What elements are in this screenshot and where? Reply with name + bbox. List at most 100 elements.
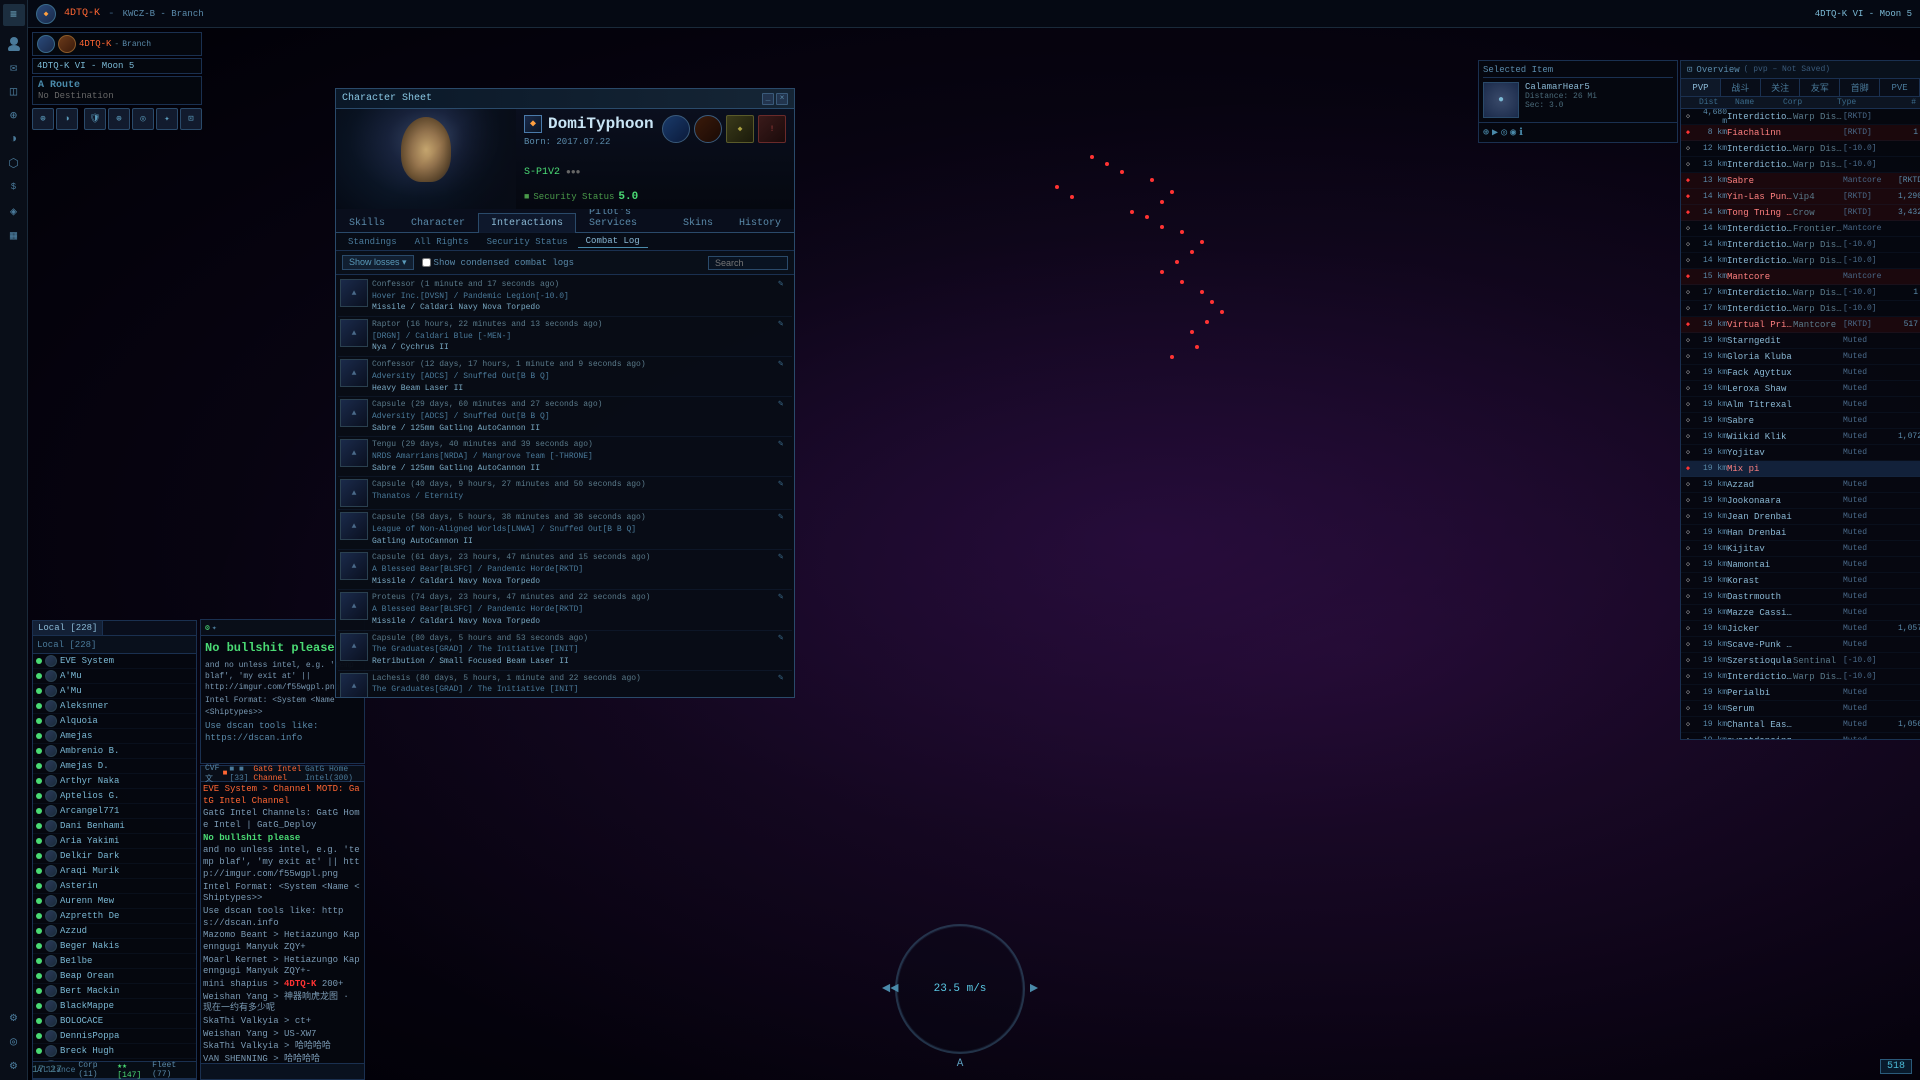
overview-row[interactable]: ◇19 kmKorastMuted xyxy=(1681,573,1920,589)
overview-row[interactable]: ◇4,680 mInterdiction ProbeWarp Disrupt P… xyxy=(1681,109,1920,125)
overview-tab-focus[interactable]: 关注 xyxy=(1761,79,1801,96)
overview-row[interactable]: ◆14 kmTong Tning TeslaCrow[RKTD]3,432 xyxy=(1681,205,1920,221)
avatar-icon[interactable] xyxy=(3,32,25,54)
fleet-btn[interactable]: ⊕ xyxy=(108,108,130,130)
local-member-row[interactable]: Arcangel771 xyxy=(33,804,196,819)
probe-btn[interactable]: ✦ xyxy=(156,108,178,130)
hud-autopilot-btn[interactable]: A xyxy=(957,1058,964,1070)
hud-right-arrow[interactable]: ► xyxy=(1030,981,1038,997)
subtab-all-rights[interactable]: All Rights xyxy=(407,236,477,248)
overview-row[interactable]: ◇19 kmAzzadMuted xyxy=(1681,477,1920,493)
local-member-row[interactable]: Breck Hugh xyxy=(33,1044,196,1059)
overview-row[interactable]: ◇19 kmsweetdancingMuted xyxy=(1681,733,1920,739)
overview-row[interactable]: ◆15 kmMantcoreMantcore xyxy=(1681,269,1920,285)
overview-row[interactable]: ◇19 kmDastrmouthMuted xyxy=(1681,589,1920,605)
subtab-security-status[interactable]: Security Status xyxy=(479,236,576,248)
approach-icon[interactable]: ▶ xyxy=(1492,127,1498,139)
overview-row[interactable]: ◇19 kmInterdiction ProbeWarp Disrupt P[-… xyxy=(1681,669,1920,685)
overview-row[interactable]: ◇19 kmSerumMuted xyxy=(1681,701,1920,717)
local-member-row[interactable]: Aria Yakimi xyxy=(33,834,196,849)
overview-row[interactable]: ◇19 kmWiikid KlikMuted1,072 xyxy=(1681,429,1920,445)
hud-nav-circle[interactable]: 23.5 m/s ◄◄ ► xyxy=(895,924,1025,1054)
agency-icon[interactable]: ◎ xyxy=(3,1030,25,1052)
subtab-standings[interactable]: Standings xyxy=(340,236,405,248)
local-member-row[interactable]: Asterin xyxy=(33,879,196,894)
overview-tab-pvp[interactable]: PVP xyxy=(1681,79,1721,96)
local-member-row[interactable]: Beap Orean xyxy=(33,969,196,984)
local-member-row[interactable]: Araqi Murik xyxy=(33,864,196,879)
overview-row[interactable]: ◇14 kmInterdiction ProbeFrontier OmegaMa… xyxy=(1681,221,1920,237)
market-icon[interactable]: ◈ xyxy=(3,200,25,222)
local-member-row[interactable]: Beger Nakis xyxy=(33,939,196,954)
local-member-row[interactable]: DennisPoppa xyxy=(33,1029,196,1044)
overview-row[interactable]: ◇19 kmChantal EastpakMuted1,056 xyxy=(1681,717,1920,733)
tab-skins[interactable]: Skins xyxy=(670,213,726,233)
combat-entry-edit-icon[interactable]: ✎ xyxy=(778,552,790,562)
overview-row[interactable]: ◇19 kmPerialbiMuted xyxy=(1681,685,1920,701)
lock-icon[interactable]: ⊕ xyxy=(1483,127,1489,139)
people-btn[interactable]: ◑ xyxy=(56,108,78,130)
combat-entry-edit-icon[interactable]: ✎ xyxy=(778,512,790,522)
look-at-icon[interactable]: ◉ xyxy=(1510,127,1516,139)
calendar-icon[interactable]: ◫ xyxy=(3,80,25,102)
local-member-row[interactable]: Alquoia xyxy=(33,714,196,729)
combat-search-input[interactable] xyxy=(708,256,788,270)
combat-entry-edit-icon[interactable]: ✎ xyxy=(778,439,790,449)
hud-left-arrow[interactable]: ◄◄ xyxy=(882,981,899,997)
overview-row[interactable]: ◇19 kmSabreMuted xyxy=(1681,413,1920,429)
overview-tab-first[interactable]: 首脚 xyxy=(1840,79,1880,96)
dscan-btn[interactable]: ◎ xyxy=(132,108,154,130)
combat-entry-edit-icon[interactable]: ✎ xyxy=(778,399,790,409)
scan-btn[interactable]: ⊕ xyxy=(32,108,54,130)
overview-row[interactable]: ◇14 kmInterdiction ProbeWarp Disrupt P[-… xyxy=(1681,237,1920,253)
menu-icon[interactable]: ≡ xyxy=(3,4,25,26)
local-member-row[interactable]: Aleksnner xyxy=(33,699,196,714)
overview-row[interactable]: ◇19 kmYojitavMuted xyxy=(1681,445,1920,461)
tab-skills[interactable]: Skills xyxy=(336,213,398,233)
window-close-btn[interactable]: × xyxy=(776,93,788,105)
overview-tab-pve[interactable]: PVE xyxy=(1880,79,1920,96)
overview-row[interactable]: ◇19 kmGloria KlubaMuted xyxy=(1681,349,1920,365)
local-member-row[interactable]: Amejas D. xyxy=(33,759,196,774)
people-icon[interactable]: ◑ xyxy=(3,128,25,150)
local-chat-tab[interactable]: Local [228] xyxy=(33,621,103,635)
combat-entry-edit-icon[interactable]: ✎ xyxy=(778,319,790,329)
overview-row[interactable]: ◇13 kmInterdiction ProbeWarp Disrupt P[-… xyxy=(1681,157,1920,173)
overview-row[interactable]: ◆19 kmVirtual PrinterMantcore[RKTD]517 xyxy=(1681,317,1920,333)
overview-row[interactable]: ◇19 kmMazze CassileMuted xyxy=(1681,605,1920,621)
local-member-row[interactable]: Amejas xyxy=(33,729,196,744)
overview-row[interactable]: ◇12 kmInterdiction ProbeWarp Disrupt P[-… xyxy=(1681,141,1920,157)
local-member-row[interactable]: Azzud xyxy=(33,924,196,939)
wallet-icon[interactable]: $ xyxy=(3,176,25,198)
overview-row[interactable]: ◇19 kmKijitavMuted xyxy=(1681,541,1920,557)
overview-row[interactable]: ◇19 kmJickerMuted1,057 xyxy=(1681,621,1920,637)
local-member-row[interactable]: BOLOCACE xyxy=(33,1014,196,1029)
overview-row[interactable]: ◇19 kmLeroxa ShawMuted xyxy=(1681,381,1920,397)
condensed-log-checkbox-row[interactable]: Show condensed combat logs xyxy=(422,258,574,268)
combat-entry-edit-icon[interactable]: ✎ xyxy=(778,479,790,489)
overview-row[interactable]: ◇19 kmJookonaaraMuted xyxy=(1681,493,1920,509)
overview-tab-combat[interactable]: 战斗 xyxy=(1721,79,1761,96)
overview-row[interactable]: ◇19 kmStarngeditMuted xyxy=(1681,333,1920,349)
corp-icon[interactable]: ⬡ xyxy=(3,152,25,174)
combat-entry-edit-icon[interactable]: ✎ xyxy=(778,592,790,602)
overview-row[interactable]: ◇19 kmHan DrenbaiMuted xyxy=(1681,525,1920,541)
settings-icon[interactable]: ⚙ xyxy=(3,1054,25,1076)
local-member-row[interactable]: Dani Benhami xyxy=(33,819,196,834)
show-losses-btn[interactable]: Show losses ▾ xyxy=(342,255,414,270)
overview-row[interactable]: ◆8 kmFiachalinn[RKTD]1 xyxy=(1681,125,1920,141)
shield-btn[interactable]: 🛡 xyxy=(84,108,106,130)
overview-row[interactable]: ◇17 kmInterdiction ProbeWarp Disrupt P[-… xyxy=(1681,301,1920,317)
local-member-row[interactable]: Ambrenio B. xyxy=(33,744,196,759)
overview-row[interactable]: ◇14 kmInterdiction ProbeWarp Disrupt P[-… xyxy=(1681,253,1920,269)
window-minimize-btn[interactable]: _ xyxy=(762,93,774,105)
local-member-row[interactable]: Bert Mackin xyxy=(33,984,196,999)
overview-row[interactable]: ◆13 kmSabreMantcore[RKTD] xyxy=(1681,173,1920,189)
overview-row[interactable]: ◇19 kmJean DrenbaiMuted xyxy=(1681,509,1920,525)
overview-row[interactable]: ◇19 kmSzerstioqulaSentinal[-10.0] xyxy=(1681,653,1920,669)
overview-row[interactable]: ◇17 kmInterdiction ProbeWarp Disrupt P[-… xyxy=(1681,285,1920,301)
orbit-icon[interactable]: ◎ xyxy=(1501,127,1507,139)
condensed-log-checkbox[interactable] xyxy=(422,258,431,267)
mail-icon[interactable]: ✉ xyxy=(3,56,25,78)
info-icon[interactable]: ℹ xyxy=(1519,127,1523,139)
